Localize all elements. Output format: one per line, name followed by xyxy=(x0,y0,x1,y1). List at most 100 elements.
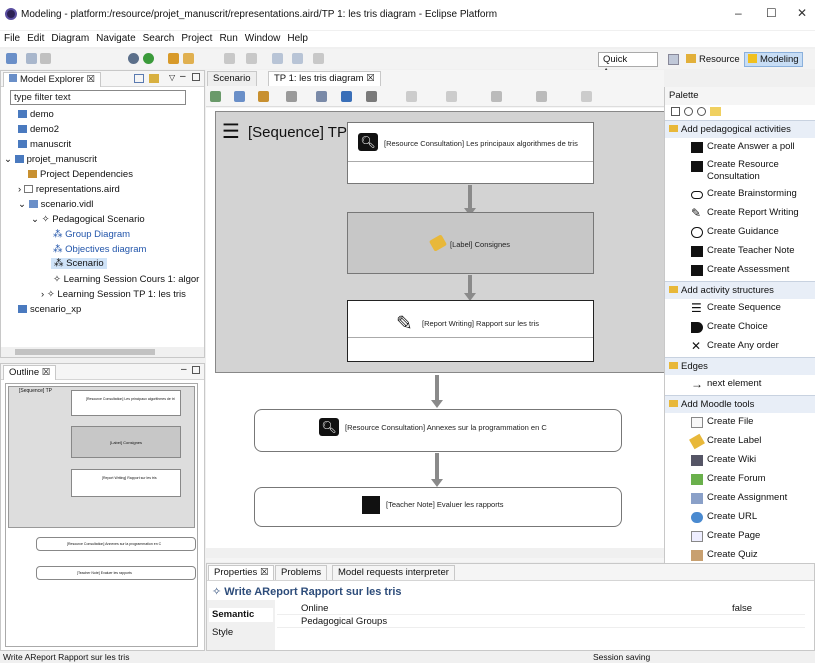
menu-search[interactable]: Search xyxy=(143,31,175,47)
edge-1[interactable] xyxy=(468,185,472,209)
external-tools-icon[interactable] xyxy=(168,53,179,64)
save-icon[interactable] xyxy=(26,53,37,64)
tool-answer-poll[interactable]: Create Answer a poll xyxy=(665,138,815,156)
prev-annotation-icon[interactable] xyxy=(246,53,257,64)
menu-edit[interactable]: Edit xyxy=(27,31,44,47)
zoom-icon[interactable] xyxy=(316,91,327,102)
tab-scenario[interactable]: Scenario xyxy=(207,71,257,86)
tool-guidance[interactable]: Create Guidance xyxy=(665,223,815,241)
tool-sequence[interactable]: ☰ Create Sequence xyxy=(665,299,815,317)
font-color-icon[interactable] xyxy=(446,91,457,102)
side-tab-style[interactable]: Style xyxy=(209,626,273,640)
tree-item-learning-session-1[interactable]: ✧ Learning Session Cours 1: algor xyxy=(53,274,199,285)
tool-any-order[interactable]: ✕ Create Any order xyxy=(665,337,815,355)
link-editor-icon[interactable] xyxy=(149,74,159,83)
tree-item-scenario-vidl[interactable]: ⌄ scenario.vidl xyxy=(18,199,93,210)
zoom-out-tool-icon[interactable] xyxy=(697,107,706,116)
drawer-pedagogical[interactable]: Add pedagogical activities xyxy=(665,120,815,138)
delete-icon[interactable] xyxy=(366,91,377,102)
tool-resource-consultation[interactable]: Create Resource Consultation xyxy=(665,157,815,185)
tool-url[interactable]: Create URL xyxy=(665,508,815,526)
tree-item-pedagogical-scenario[interactable]: ⌄ ✧ Pedagogical Scenario xyxy=(31,214,145,225)
view-menu-icon[interactable]: ▽ xyxy=(169,73,175,82)
debug-icon[interactable] xyxy=(128,53,139,64)
maximize-button[interactable]: ☐ xyxy=(766,6,777,20)
drawer-edges[interactable]: Edges xyxy=(665,357,815,375)
tree-item-project-dependencies[interactable]: Project Dependencies xyxy=(28,169,133,180)
tool-file[interactable]: Create File xyxy=(665,413,815,431)
tool-forum[interactable]: Create Forum xyxy=(665,470,815,488)
maximize-view-icon[interactable] xyxy=(192,73,200,81)
pin-icon[interactable] xyxy=(341,91,352,102)
menu-help[interactable]: Help xyxy=(287,31,308,47)
menu-window[interactable]: Window xyxy=(245,31,281,47)
tool-report-writing[interactable]: ✎ Create Report Writing xyxy=(665,204,815,222)
filter-input[interactable]: type filter text xyxy=(10,90,186,105)
tree-item-representations[interactable]: › representations.aird xyxy=(18,184,120,195)
node-label-consignes[interactable]: [Label] Consignes xyxy=(347,212,594,274)
tree-item-scenario-xp[interactable]: scenario_xp xyxy=(18,304,81,315)
collapse-all-icon[interactable] xyxy=(134,74,144,83)
outline-thumbnail[interactable]: [Sequence] TP [Resource Consultation] Le… xyxy=(5,383,198,647)
maximize-view-icon[interactable] xyxy=(192,366,200,374)
tab-properties[interactable]: Properties ☒ xyxy=(208,565,275,580)
tool-brainstorming[interactable]: Create Brainstorming xyxy=(665,185,815,203)
back-icon[interactable] xyxy=(272,53,283,64)
tab-model-requests[interactable]: Model requests interpreter xyxy=(332,565,455,580)
menu-file[interactable]: File xyxy=(4,31,20,47)
tool-label[interactable]: Create Label xyxy=(665,432,815,450)
select-tool-icon[interactable] xyxy=(671,107,680,116)
tool-teacher-note[interactable]: Create Teacher Note xyxy=(665,242,815,260)
modeling-perspective-button[interactable]: Modeling xyxy=(744,52,803,67)
chevron-down-icon[interactable]: ⌄ xyxy=(31,214,42,225)
bold-icon[interactable] xyxy=(406,91,417,102)
chevron-down-icon[interactable]: ⌄ xyxy=(4,154,15,165)
arrange-icon[interactable] xyxy=(210,91,221,102)
tree-item-projet-manuscrit[interactable]: ⌄ projet_manuscrit xyxy=(4,154,97,165)
menu-project[interactable]: Project xyxy=(181,31,212,47)
property-row-groups[interactable]: Pedagogical Groups xyxy=(277,616,805,628)
canvas-hscrollbar[interactable] xyxy=(206,548,664,558)
tool-page[interactable]: Create Page xyxy=(665,527,815,545)
tree-item-objectives-diagram[interactable]: ⁂ Objectives diagram xyxy=(53,244,146,255)
drawer-moodle[interactable]: Add Moodle tools xyxy=(665,395,815,413)
zoom-in-tool-icon[interactable] xyxy=(684,107,693,116)
tab-problems[interactable]: Problems xyxy=(275,565,328,580)
run-icon[interactable] xyxy=(143,53,154,64)
tool-next-element[interactable]: → next element xyxy=(665,375,815,393)
note-tool-icon[interactable] xyxy=(710,107,721,116)
close-button[interactable]: ✕ xyxy=(797,6,807,20)
tree-item-demo[interactable]: demo xyxy=(18,109,54,120)
tool-wiki[interactable]: Create Wiki xyxy=(665,451,815,469)
layer-icon[interactable] xyxy=(286,91,297,102)
side-tab-semantic[interactable]: Semantic xyxy=(209,608,273,622)
minimize-view-icon[interactable]: – xyxy=(180,71,186,82)
tree-item-demo2[interactable]: demo2 xyxy=(18,124,59,135)
tree-item-group-diagram[interactable]: ⁂ Group Diagram xyxy=(53,229,130,240)
tool-quiz[interactable]: Create Quiz xyxy=(665,546,815,564)
tab-model-explorer[interactable]: Model Explorer ☒ xyxy=(3,72,102,87)
explorer-hscrollbar[interactable] xyxy=(1,347,204,357)
nav-icon[interactable] xyxy=(313,53,324,64)
line-style-icon[interactable] xyxy=(491,91,502,102)
tab-tp1-diagram[interactable]: TP 1: les tris diagram ☒ xyxy=(268,71,381,86)
node-resource-consultation-2[interactable]: 🔍︎ [Resource Consultation] Annexes sur l… xyxy=(254,409,622,452)
drawer-structures[interactable]: Add activity structures xyxy=(665,281,815,299)
chevron-down-icon[interactable]: ⌄ xyxy=(18,199,29,210)
filter-icon[interactable] xyxy=(258,91,269,102)
tool-assessment[interactable]: Create Assessment xyxy=(665,261,815,279)
forward-icon[interactable] xyxy=(292,53,303,64)
node-teacher-note[interactable]: [Teacher Note] Evaluer les rapports xyxy=(254,487,622,527)
tool-assignment[interactable]: Create Assignment xyxy=(665,489,815,507)
menu-diagram[interactable]: Diagram xyxy=(51,31,89,47)
search-tool-icon[interactable] xyxy=(183,53,194,64)
new-icon[interactable] xyxy=(6,53,17,64)
minimize-button[interactable]: – xyxy=(735,6,742,20)
tree-item-learning-session-tp1[interactable]: › ✧ Learning Session TP 1: les tris xyxy=(41,289,186,300)
print-icon[interactable] xyxy=(40,53,51,64)
diagram-canvas[interactable]: ☰ [Sequence] TP 🔍︎ [Resource Consultatio… xyxy=(206,108,664,558)
arrow-style-icon[interactable] xyxy=(536,91,547,102)
minimize-view-icon[interactable]: – xyxy=(181,364,187,375)
next-annotation-icon[interactable] xyxy=(224,53,235,64)
node-resource-consultation-1[interactable]: 🔍︎ [Resource Consultation] Les principau… xyxy=(347,122,594,184)
